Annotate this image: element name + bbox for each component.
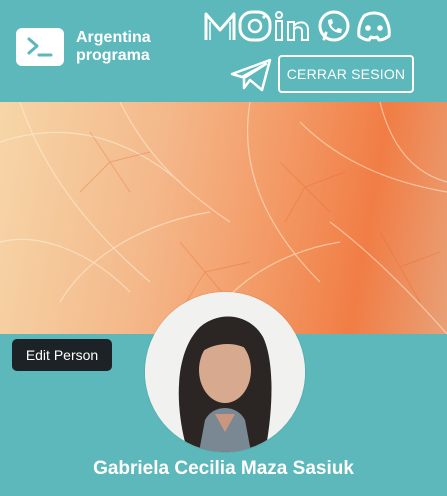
social-links [204, 6, 444, 46]
telegram-icon[interactable] [230, 58, 272, 97]
brand-line-1: Argentina [76, 29, 151, 46]
instagram-icon[interactable] [238, 10, 272, 42]
discord-icon[interactable] [357, 11, 391, 42]
linkedin-icon[interactable] [275, 11, 309, 41]
profile-avatar [145, 292, 305, 452]
edit-person-button[interactable]: Edit Person [12, 339, 112, 371]
social-icons-row [204, 10, 391, 42]
person-name: Gabriela Cecilia Maza Sasiuk [93, 458, 354, 479]
terminal-icon [16, 28, 64, 66]
logout-button[interactable]: CERRAR SESION [278, 55, 414, 93]
argentina-programa-logo[interactable]: Argentina programa [16, 28, 151, 66]
top-header: Argentina programa CERRAR SESION [0, 0, 447, 102]
whatsapp-icon[interactable] [318, 10, 350, 42]
m-letter-icon [204, 12, 236, 40]
brand-line-2: programa [76, 47, 150, 64]
brand-name: Argentina programa [76, 29, 151, 65]
